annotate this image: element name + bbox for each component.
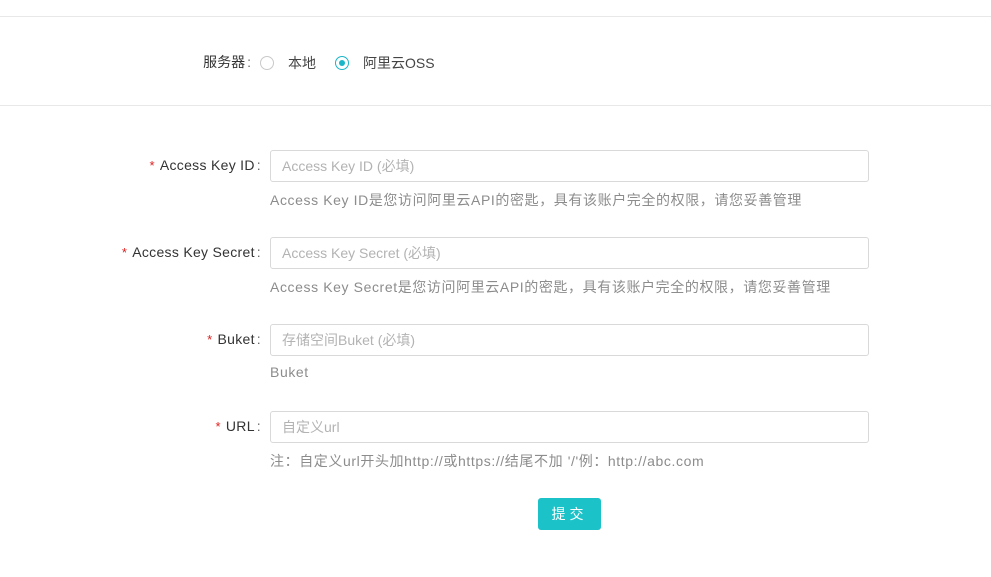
radio-aliyun-oss[interactable]: 阿里云OSS: [335, 53, 435, 73]
radio-local-circle[interactable]: [260, 56, 274, 70]
url-input[interactable]: [270, 411, 869, 443]
access-key-secret-label: * Access Key Secret:: [121, 244, 261, 260]
buket-label: * Buket:: [207, 331, 261, 347]
radio-aliyun-oss-label: 阿里云OSS: [363, 55, 435, 71]
required-mark: *: [149, 158, 155, 173]
required-mark: *: [207, 332, 213, 347]
submit-button[interactable]: 提交: [538, 498, 601, 530]
access-key-id-label: * Access Key ID:: [149, 157, 261, 173]
access-key-secret-help: Access Key Secret是您访问阿里云API的密匙，具有该账户完全的权…: [270, 279, 831, 295]
server-selector: 服务器: 本地 阿里云OSS: [0, 50, 991, 72]
required-mark: *: [215, 419, 221, 434]
url-label: * URL:: [215, 418, 261, 434]
url-help: 注：自定义url开头加http://或https://结尾不加 '/'例：htt…: [270, 453, 705, 469]
radio-aliyun-oss-circle[interactable]: [335, 56, 349, 70]
access-key-secret-input[interactable]: [270, 237, 869, 269]
access-key-id-help: Access Key ID是您访问阿里云API的密匙，具有该账户完全的权限，请您…: [270, 192, 802, 208]
buket-help: Buket: [270, 364, 309, 380]
buket-input[interactable]: [270, 324, 869, 356]
server-label: 服务器:: [203, 54, 251, 70]
section-divider: [0, 105, 991, 106]
access-key-id-input[interactable]: [270, 150, 869, 182]
radio-local-label: 本地: [288, 55, 316, 71]
radio-local[interactable]: 本地: [260, 53, 316, 73]
required-mark: *: [121, 245, 128, 260]
top-divider: [0, 16, 991, 17]
